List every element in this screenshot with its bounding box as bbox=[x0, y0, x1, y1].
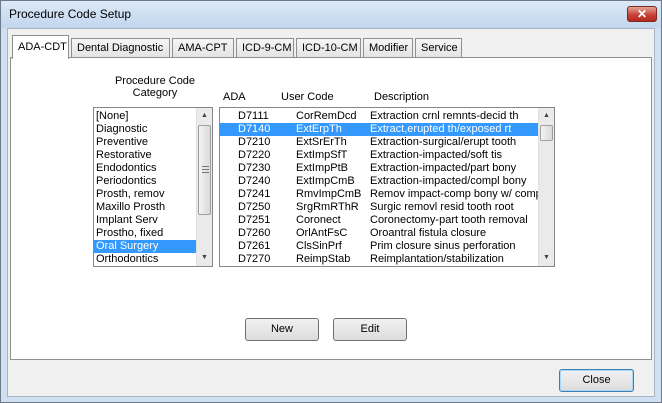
scroll-down-arrow-icon[interactable]: ▼ bbox=[197, 250, 212, 266]
category-item-diagnostic[interactable]: Diagnostic bbox=[94, 123, 196, 136]
code-user: ExtImpCmB bbox=[296, 175, 355, 187]
tab-dental-diagnostic[interactable]: Dental Diagnostic bbox=[71, 38, 170, 58]
code-description: Extraction-impacted/part bony bbox=[370, 162, 517, 174]
code-row[interactable]: D7241 RmvImpCmB Remov impact-comp bony w… bbox=[220, 188, 542, 201]
code-ada: D7111 bbox=[238, 110, 269, 122]
code-row[interactable]: D7220 ExtImpSfT Extraction-impacted/soft… bbox=[220, 149, 538, 162]
code-row[interactable]: D7250 SrgRmRThR Surgic removl resid toot… bbox=[220, 201, 538, 214]
dialog-client-area: ADA-CDT Dental Diagnostic AMA-CPT ICD-9-… bbox=[7, 28, 655, 397]
category-item-prostho-fixed[interactable]: Prostho, fixed bbox=[94, 227, 196, 240]
category-item-orthodontics[interactable]: Orthodontics bbox=[94, 253, 196, 266]
code-ada: D7251 bbox=[238, 214, 271, 226]
grip-line bbox=[202, 169, 209, 170]
tab-modifier[interactable]: Modifier bbox=[363, 38, 413, 58]
category-item-none[interactable]: [None] bbox=[94, 110, 196, 123]
code-user: RmvImpCmB bbox=[296, 188, 362, 200]
tab-ama-cpt[interactable]: AMA-CPT bbox=[172, 38, 234, 58]
code-user: ExtSrErTh bbox=[296, 136, 347, 148]
code-row[interactable]: D7240 ExtImpCmB Extraction-impacted/comp… bbox=[220, 175, 538, 188]
code-ada: D7241 bbox=[238, 188, 271, 200]
scroll-down-arrow-icon[interactable]: ▼ bbox=[539, 250, 554, 266]
code-description: Oroantral fistula closure bbox=[370, 227, 487, 239]
code-row[interactable]: D7270 ReimpStab Reimplantation/stabiliza… bbox=[220, 253, 538, 266]
grip-line bbox=[202, 166, 209, 167]
code-user: SrgRmRThR bbox=[296, 201, 359, 213]
category-label-line1: Procedure Code bbox=[114, 75, 196, 87]
code-row[interactable]: D7111 CorRemDcd Extraction crnl remnts-d… bbox=[220, 110, 538, 123]
code-ada: D7230 bbox=[238, 162, 271, 174]
category-item-implant-serv[interactable]: Implant Serv bbox=[94, 214, 196, 227]
tab-icd-10-cm[interactable]: ICD-10-CM bbox=[296, 38, 361, 58]
code-description: Extract,erupted th/exposed rt bbox=[370, 123, 512, 135]
code-ada: D7260 bbox=[238, 227, 271, 239]
code-row[interactable]: D7251 Coronect Coronectomy-part tooth re… bbox=[220, 214, 538, 227]
category-label-line2: Category bbox=[132, 87, 178, 99]
code-ada: D7270 bbox=[238, 253, 271, 265]
code-user: ReimpStab bbox=[296, 253, 351, 265]
code-row[interactable]: D7230 ExtImpPtB Extraction-impacted/part… bbox=[220, 162, 538, 175]
code-user: ClsSinPrf bbox=[296, 240, 342, 252]
category-item-preventive[interactable]: Preventive bbox=[94, 136, 196, 149]
tab-service[interactable]: Service bbox=[415, 38, 462, 58]
category-item-endodontics[interactable]: Endodontics bbox=[94, 162, 196, 175]
code-description: Reimplantation/stabilization bbox=[370, 253, 504, 265]
code-user: ExtErpTh bbox=[296, 123, 342, 135]
scroll-up-arrow-icon[interactable]: ▲ bbox=[197, 108, 212, 124]
code-ada: D7220 bbox=[238, 149, 271, 161]
category-scroll-thumb[interactable] bbox=[198, 125, 211, 215]
category-item-prosth-remov[interactable]: Prosth, remov bbox=[94, 188, 196, 201]
codes-scroll-thumb[interactable] bbox=[540, 125, 553, 141]
code-ada: D7140 bbox=[238, 123, 271, 135]
code-ada: D7210 bbox=[238, 136, 271, 148]
code-ada: D7250 bbox=[238, 201, 271, 213]
codes-scrollbar[interactable]: ▲ ▼ bbox=[538, 108, 554, 266]
header-description: Description bbox=[374, 91, 430, 103]
category-item-maxillo-prosth[interactable]: Maxillo Prosth bbox=[94, 201, 196, 214]
tab-panel-ada-cdt: Procedure Code Category [None] Diagnosti… bbox=[10, 57, 652, 360]
close-button[interactable]: Close bbox=[559, 369, 634, 392]
code-user: ExtImpSfT bbox=[296, 149, 348, 161]
code-user: Coronect bbox=[296, 214, 341, 226]
code-user: OrlAntFsC bbox=[296, 227, 348, 239]
code-description: Extraction-impacted/soft tis bbox=[370, 149, 503, 161]
code-ada: D7261 bbox=[238, 240, 271, 252]
code-user: ExtImpPtB bbox=[296, 162, 348, 174]
code-description: Remov impact-comp bony w/ comp bbox=[370, 188, 542, 200]
code-row[interactable]: D7261 ClsSinPrf Prim closure sinus perfo… bbox=[220, 240, 538, 253]
code-description: Extraction-surgical/erupt tooth bbox=[370, 136, 517, 148]
new-button[interactable]: New bbox=[245, 318, 319, 341]
tab-icd-9-cm[interactable]: ICD-9-CM bbox=[236, 38, 294, 58]
code-description: Extraction-impacted/compl bony bbox=[370, 175, 527, 187]
category-item-periodontics[interactable]: Periodontics bbox=[94, 175, 196, 188]
category-scrollbar[interactable]: ▲ ▼ bbox=[196, 108, 212, 266]
code-description: Surgic removl resid tooth root bbox=[370, 201, 514, 213]
grip-line bbox=[202, 172, 209, 173]
code-row-selected[interactable]: D7140 ExtErpTh Extract,erupted th/expose… bbox=[220, 123, 538, 136]
code-row[interactable]: D7210 ExtSrErTh Extraction-surgical/erup… bbox=[220, 136, 538, 149]
scroll-up-arrow-icon[interactable]: ▲ bbox=[539, 108, 554, 124]
category-item-oral-surgery[interactable]: Oral Surgery bbox=[94, 240, 196, 253]
title-bar[interactable]: Procedure Code Setup ✕ bbox=[1, 1, 661, 28]
tab-ada-cdt[interactable]: ADA-CDT bbox=[12, 35, 69, 59]
code-description: Prim closure sinus perforation bbox=[370, 240, 516, 252]
code-row[interactable]: D7260 OrlAntFsC Oroantral fistula closur… bbox=[220, 227, 538, 240]
edit-button[interactable]: Edit bbox=[333, 318, 407, 341]
header-user-code: User Code bbox=[281, 91, 334, 103]
category-item-restorative[interactable]: Restorative bbox=[94, 149, 196, 162]
close-window-icon[interactable]: ✕ bbox=[627, 6, 657, 22]
category-listbox[interactable]: [None] Diagnostic Preventive Restorative… bbox=[93, 107, 213, 267]
header-ada: ADA bbox=[223, 91, 246, 103]
code-description: Extraction crnl remnts-decid th bbox=[370, 110, 519, 122]
window-title: Procedure Code Setup bbox=[9, 7, 132, 21]
procedure-code-listbox[interactable]: D7111 CorRemDcd Extraction crnl remnts-d… bbox=[219, 107, 555, 267]
dialog-window: Procedure Code Setup ✕ ADA-CDT Dental Di… bbox=[0, 0, 662, 403]
code-ada: D7240 bbox=[238, 175, 271, 187]
code-description: Coronectomy-part tooth removal bbox=[370, 214, 528, 226]
code-user: CorRemDcd bbox=[296, 110, 357, 122]
